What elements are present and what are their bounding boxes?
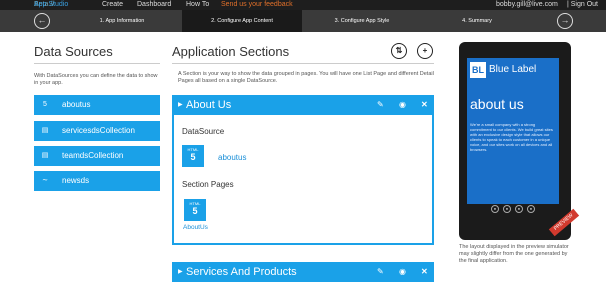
chevron-right-icon[interactable]: ▶ bbox=[178, 268, 183, 275]
delete-icon[interactable]: ✕ bbox=[421, 100, 428, 110]
section-body-about-us: DataSource HTML 5 aboutus Section Pages H… bbox=[172, 115, 434, 245]
application-sections-title: Application Sections bbox=[172, 44, 290, 59]
datasource-item-newsds[interactable]: ∼ newsds bbox=[34, 171, 160, 191]
preview-eye-icon[interactable]: ◉ bbox=[399, 267, 406, 277]
data-sources-title: Data Sources bbox=[34, 44, 113, 59]
rss-icon: ∼ bbox=[42, 177, 48, 184]
nav-dashboard[interactable]: Dashboard bbox=[137, 0, 171, 10]
add-section-icon[interactable]: + bbox=[417, 43, 433, 59]
collection-icon: ▤ bbox=[41, 152, 49, 159]
preview-page-title: about us bbox=[470, 96, 524, 112]
preview-note: The layout displayed in the preview simu… bbox=[459, 244, 569, 264]
delete-icon[interactable]: ✕ bbox=[421, 267, 428, 277]
phone-preview-screen: BL Blue Label about us We're a small com… bbox=[467, 58, 559, 204]
user-email: bobby.gill@live.com bbox=[496, 1, 558, 8]
data-sources-description: With DataSources you can define the data… bbox=[34, 73, 158, 86]
section-header-services-and-products[interactable]: ▶ Services And Products ✎ ◉ ✕ bbox=[172, 262, 434, 282]
collection-icon: ▤ bbox=[41, 127, 49, 134]
nav-create[interactable]: Create bbox=[102, 0, 123, 10]
app-bar-icon: ● bbox=[503, 205, 511, 213]
step-configure-app-content[interactable]: 2. Configure App Content bbox=[182, 10, 302, 32]
divider bbox=[34, 63, 160, 64]
html5-icon[interactable]: HTML 5 bbox=[184, 199, 206, 221]
datasource-item-teamdscollection[interactable]: ▤ teamdsCollection bbox=[34, 146, 160, 166]
app-bar-icon: ● bbox=[491, 205, 499, 213]
edit-icon[interactable]: ✎ bbox=[377, 100, 384, 110]
application-sections-description: A Section is your way to show the data g… bbox=[178, 71, 434, 84]
brand-logo: BL bbox=[470, 62, 486, 78]
section-datasource-link[interactable]: aboutus bbox=[218, 153, 246, 162]
datasource-label: DataSource bbox=[182, 127, 225, 136]
step-configure-app-style[interactable]: 3. Configure App Style bbox=[302, 10, 422, 32]
feedback-link[interactable]: Send us your feedback bbox=[221, 0, 293, 10]
datasource-item-servicesdscollection[interactable]: ▤ servicesdsCollection bbox=[34, 121, 160, 141]
reorder-sections-icon[interactable]: ⇅ bbox=[391, 43, 407, 59]
preview-page-text: We're a small company with a strong comm… bbox=[470, 122, 553, 152]
sign-out-link[interactable]: | Sign Out bbox=[567, 0, 598, 10]
app-brand[interactable]: App Studio Beta // bbox=[34, 0, 68, 10]
step-app-information[interactable]: 1. App Information bbox=[62, 10, 182, 32]
preview-eye-icon[interactable]: ◉ bbox=[399, 100, 406, 110]
edit-icon[interactable]: ✎ bbox=[377, 267, 384, 277]
step-summary[interactable]: 4. Summary bbox=[422, 10, 532, 32]
app-bar-icon: ● bbox=[515, 205, 523, 213]
section-pages-label: Section Pages bbox=[182, 180, 234, 189]
top-bar: App Studio Beta // Create Dashboard How … bbox=[0, 0, 606, 10]
datasource-item-aboutus[interactable]: 5 aboutus bbox=[34, 95, 160, 115]
divider bbox=[172, 63, 434, 64]
html5-icon[interactable]: HTML 5 bbox=[182, 145, 204, 167]
section-page-link[interactable]: AboutUs bbox=[183, 224, 208, 231]
phone-app-bar: ● ● ● ● bbox=[467, 205, 559, 215]
nav-how-to[interactable]: How To bbox=[186, 0, 209, 10]
html5-icon: 5 bbox=[43, 101, 47, 108]
next-step-icon[interactable]: → bbox=[557, 13, 573, 29]
brand-name: Blue Label bbox=[489, 64, 537, 75]
previous-step-icon[interactable]: ← bbox=[34, 13, 50, 29]
app-bar-icon: ● bbox=[527, 205, 535, 213]
section-header-about-us[interactable]: ▶ About Us ✎ ◉ ✕ bbox=[172, 95, 434, 115]
wizard-steps: ← 1. App Information 2. Configure App Co… bbox=[0, 10, 606, 32]
chevron-right-icon[interactable]: ▶ bbox=[178, 101, 183, 108]
